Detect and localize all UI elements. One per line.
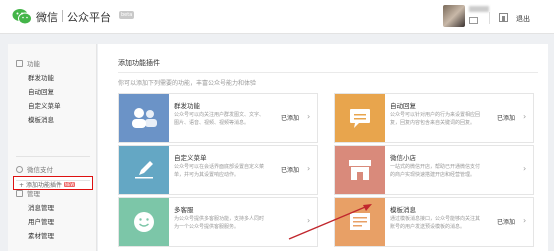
card-thumb (119, 198, 169, 246)
card-name: 模板消息 (390, 206, 416, 214)
sidebar-item-user-manage[interactable]: 用户管理 (28, 216, 54, 226)
new-badge: NEW (63, 182, 76, 187)
card-description: 公众号可以向关注用户群发图文、文字、图片、语音、视频、视频等消息。 (174, 112, 265, 126)
card-name: 多客服 (174, 206, 194, 214)
card-description: 一站式的微信开店，帮助已开通微信支付的商户实现快速搭建开店和经营管理。 (390, 164, 481, 178)
plugin-card-auto-reply[interactable]: 自动回复 公众号可以针对用户的行为来设置相应回复，回复内容包含来自关键词的回复。… (334, 93, 534, 143)
plugin-card-mass-send[interactable]: 群发功能 公众号可以向关注用户群发图文、文字、图片、语音、视频、视频等消息。 已… (118, 93, 318, 143)
card-name: 自动回复 (390, 102, 416, 110)
plugin-card-multi-service[interactable]: 多客服 为公众号提供多客服功能，支持多人同时为一个公众号提供客服服务。 › (118, 197, 318, 247)
sidebar-divider (16, 180, 90, 181)
card-thumb (335, 146, 385, 194)
chevron-right-icon: › (523, 164, 527, 173)
chat-icon (350, 109, 370, 128)
document-icon (350, 213, 370, 230)
card-description: 公众号可以针对用户的行为来设置相应回复，回复内容包含来自关键词的回复。 (390, 112, 481, 126)
sidebar-item-auto-reply[interactable]: 自动回复 (28, 86, 54, 96)
sidebar-item-wechat-pay[interactable]: 微信支付 (16, 164, 53, 174)
sidebar-item-template-message[interactable]: 模板消息 (28, 114, 54, 124)
card-status: 已添加 (497, 115, 516, 122)
grid-icon (16, 60, 23, 67)
card-status: 已添加 (497, 219, 516, 226)
top-bar: 微信 公众平台 beta 退出 (0, 0, 554, 34)
folder-icon (16, 190, 23, 197)
store-icon (349, 160, 371, 180)
card-name: 自定义菜单 (174, 154, 207, 162)
brand-name: 微信 (36, 11, 58, 24)
logout-link[interactable]: 退出 (516, 14, 530, 24)
page-subtitle: 你可以添加下列需要的功能，丰富公众号能力和体验 (118, 80, 257, 87)
plugin-card-wechat-store[interactable]: 微信小店 一站式的微信开店，帮助已开通微信支付的商户实现快速搭建开店和经营管理。… (334, 145, 534, 195)
smile-icon (134, 212, 154, 232)
card-thumb (335, 94, 385, 142)
edit-icon (135, 161, 153, 179)
sidebar: 功能 群发功能 自动回复 自定义菜单 模板消息 + 添加功能插件 NEW 微信支… (8, 44, 97, 251)
card-thumb (335, 198, 385, 246)
pay-icon (16, 166, 23, 173)
people-icon (132, 108, 157, 128)
sidebar-section-function: 功能 (16, 58, 40, 68)
sidebar-item-material-manage[interactable]: 素材管理 (28, 230, 54, 240)
avatar[interactable] (443, 5, 465, 27)
chevron-right-icon: › (523, 112, 527, 121)
home-icon[interactable] (499, 13, 508, 22)
sidebar-section-manage: 管理 (16, 188, 40, 198)
sidebar-item-message-manage[interactable]: 消息管理 (28, 202, 54, 212)
account-name[interactable] (469, 6, 489, 12)
sidebar-divider (16, 156, 90, 157)
card-thumb (119, 146, 169, 194)
header-divider (489, 12, 490, 24)
card-name: 群发功能 (174, 102, 200, 110)
chevron-right-icon: › (523, 216, 527, 225)
beta-badge: beta (119, 11, 135, 19)
card-status: 已添加 (281, 115, 300, 122)
brand-subtitle: 公众平台 (67, 11, 111, 24)
chevron-right-icon: › (307, 112, 311, 121)
chevron-right-icon: › (307, 164, 311, 173)
plugin-card-template-message[interactable]: 模板消息 通过模板消息接口，公众号能够向关注其账号的用户发送预设模板的消息。 已… (334, 197, 534, 247)
card-description: 公众号可以在会话界面底部设置自定义菜单，并可为其设置响应动作。 (174, 164, 265, 178)
main-panel: 添加功能插件 你可以添加下列需要的功能，丰富公众号能力和体验 群发功能 公众号可… (98, 44, 548, 251)
sidebar-item-custom-menu[interactable]: 自定义菜单 (28, 100, 61, 110)
brand-divider (62, 10, 63, 22)
title-divider (118, 72, 538, 73)
page-title: 添加功能插件 (118, 59, 160, 67)
card-description: 通过模板消息接口，公众号能够向关注其账号的用户发送预设模板的消息。 (390, 216, 481, 230)
sidebar-item-mass-send[interactable]: 群发功能 (28, 72, 54, 82)
mail-icon[interactable] (469, 17, 478, 24)
plugin-card-custom-menu[interactable]: 自定义菜单 公众号可以在会话界面底部设置自定义菜单，并可为其设置响应动作。 已添… (118, 145, 318, 195)
card-status: 已添加 (281, 167, 300, 174)
card-description: 为公众号提供多客服功能，支持多人同时为一个公众号提供客服服务。 (174, 216, 265, 230)
wechat-logo-icon (12, 9, 32, 25)
card-name: 微信小店 (390, 154, 416, 162)
card-thumb (119, 94, 169, 142)
chevron-right-icon: › (307, 216, 311, 225)
